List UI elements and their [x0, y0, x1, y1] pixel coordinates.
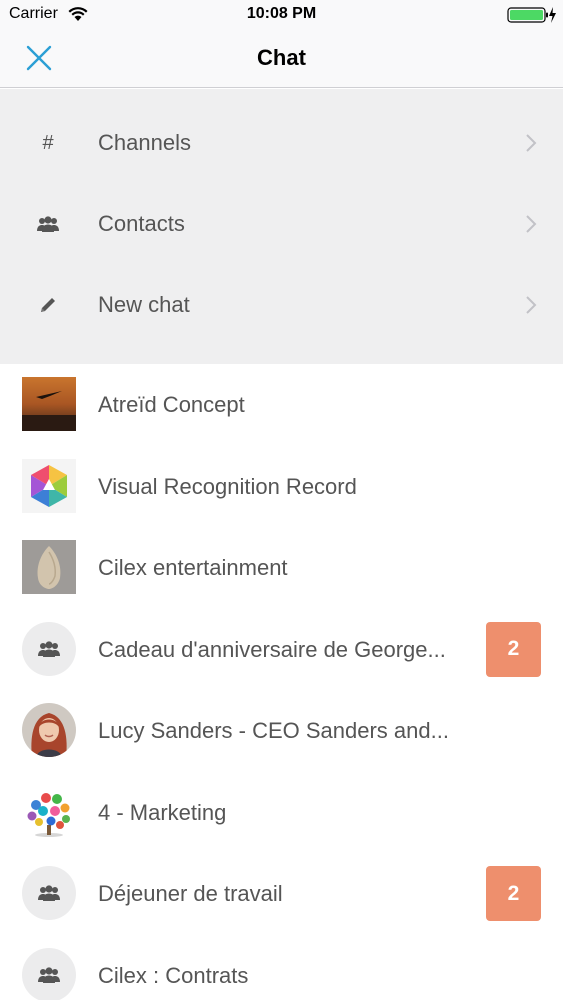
menu-item-channels[interactable]: # Channels: [0, 103, 563, 183]
navigation-bar: Chat: [0, 30, 563, 88]
chat-row[interactable]: Lucy Sanders - CEO Sanders and...: [0, 690, 563, 772]
menu-item-label: New chat: [98, 292, 190, 317]
chat-row[interactable]: Cadeau d'anniversaire de George... 2: [0, 609, 563, 691]
hash-icon: #: [42, 131, 54, 154]
chat-name: 4 - Marketing: [98, 799, 227, 825]
group-avatar: [22, 866, 76, 920]
chevron-right-icon: [526, 134, 537, 152]
chat-row[interactable]: Déjeuner de travail 2: [0, 853, 563, 935]
group-avatar: [22, 621, 76, 676]
chat-name: Lucy Sanders - CEO Sanders and...: [98, 718, 449, 743]
chat-name: Déjeuner de travail: [98, 881, 283, 906]
chat-row[interactable]: 4 - Marketing: [0, 772, 563, 854]
chat-row[interactable]: Cilex entertainment: [0, 527, 563, 609]
unread-badge: 2: [486, 621, 541, 677]
pencil-icon: [34, 293, 62, 317]
status-bar: Carrier 10:08 PM: [0, 0, 563, 30]
colorful-hexagon-avatar: [22, 458, 76, 513]
group-icon: [38, 640, 60, 657]
group-icon: [38, 885, 60, 901]
sunset-bird-avatar: [22, 377, 76, 431]
person-avatar: [22, 703, 76, 757]
group-icon: [38, 966, 60, 983]
menu-item-label: Contacts: [98, 211, 185, 236]
chat-name: Cadeau d'anniversaire de George...: [98, 636, 446, 662]
chat-name: Cilex entertainment: [98, 555, 288, 580]
chat-row[interactable]: Atreïd Concept: [0, 364, 563, 446]
battery-icon: [507, 7, 556, 23]
chat-name: Atreïd Concept: [98, 392, 245, 417]
menu-item-new-chat[interactable]: New chat: [0, 265, 563, 345]
chevron-right-icon: [526, 296, 537, 314]
chat-menu: # Channels Contacts New chat: [0, 89, 563, 364]
chevron-right-icon: [526, 215, 537, 233]
group-icon: [34, 212, 62, 236]
chat-row[interactable]: Cilex : Contrats: [0, 935, 563, 1000]
chat-name: Visual Recognition Record: [98, 473, 357, 499]
menu-item-contacts[interactable]: Contacts: [0, 184, 563, 264]
chat-row[interactable]: Visual Recognition Record: [0, 446, 563, 528]
unread-badge: 2: [486, 866, 541, 921]
group-avatar: [22, 947, 76, 1000]
social-icons-tree-avatar: [22, 784, 76, 839]
chat-name: Cilex : Contrats: [98, 962, 249, 988]
chat-list: Atreïd Concept Visual Recognition Record…: [0, 364, 563, 1000]
page-title: Chat: [257, 45, 306, 70]
stone-arrowhead-avatar: [22, 540, 76, 594]
status-time: 10:08 PM: [246, 5, 317, 22]
menu-item-label: Channels: [98, 130, 191, 155]
